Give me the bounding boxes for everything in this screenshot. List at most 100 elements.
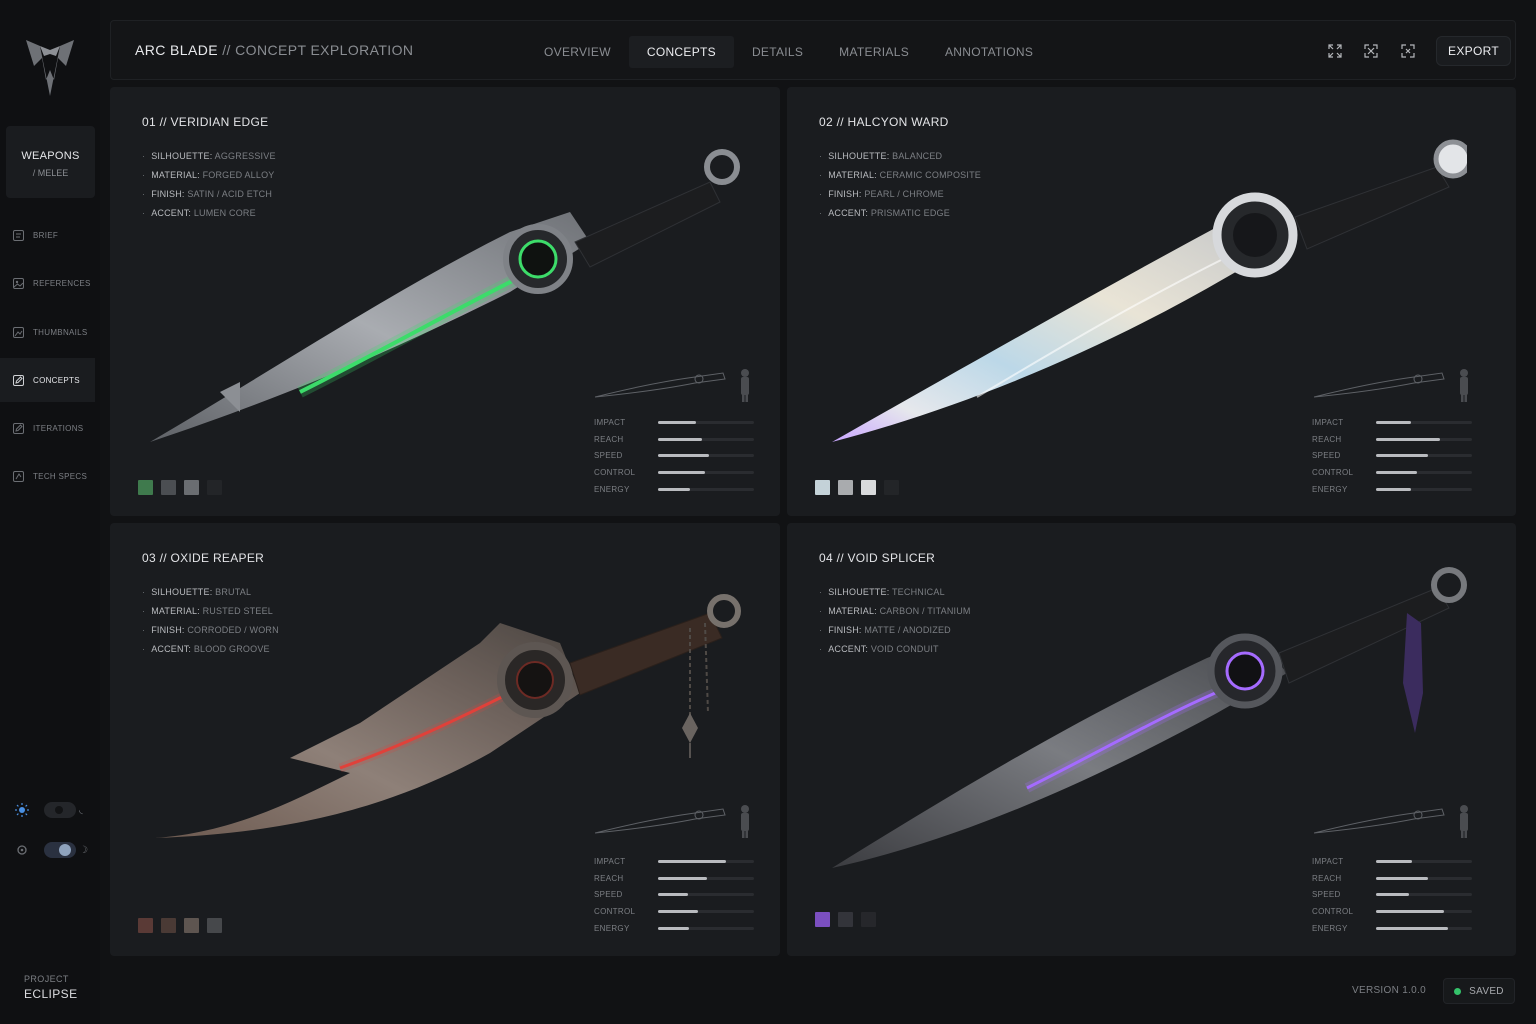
sidebar-item-iterations[interactable]: ITERATIONS xyxy=(0,406,95,450)
sidebar-item-tech-specs[interactable]: TECH SPECS xyxy=(0,454,95,498)
stat-bar xyxy=(1376,420,1472,424)
stat-bar xyxy=(658,437,754,441)
sidebar-item-thumbnails[interactable]: THUMBNAILS xyxy=(0,310,95,354)
document-icon xyxy=(13,229,24,241)
light-mode-toggle[interactable] xyxy=(44,802,76,818)
stat-row: CONTROL xyxy=(594,464,754,481)
top-header: ARC BLADE // CONCEPT EXPLORATION OVERVIE… xyxy=(110,20,1516,80)
tab-details[interactable]: DETAILS xyxy=(734,36,821,68)
dark-mode-toggle[interactable] xyxy=(44,842,76,858)
stat-row: IMPACT xyxy=(1312,853,1472,870)
stat-label: REACH xyxy=(594,873,624,883)
category-selector[interactable]: WEAPONS / MELEE xyxy=(6,126,95,198)
concept-card-veridian-edge[interactable]: 01 // VERIDIAN EDGE SILHOUETTE: AGGRESSI… xyxy=(110,87,780,516)
stat-label: SPEED xyxy=(594,451,623,461)
concept-card-void-splicer[interactable]: 04 // VOID SPLICER SILHOUETTE: TECHNICAL… xyxy=(787,523,1516,956)
color-swatch[interactable] xyxy=(138,918,153,933)
color-swatches xyxy=(138,918,230,933)
iterations-icon xyxy=(13,422,24,434)
stats-panel: IMPACT REACH SPEED CONTROL ENERGY xyxy=(1312,414,1472,498)
stat-bar xyxy=(1376,876,1472,880)
color-swatch[interactable] xyxy=(161,480,176,495)
stat-label: ENERGY xyxy=(1312,924,1348,934)
stat-bar xyxy=(1376,454,1472,458)
color-swatch[interactable] xyxy=(838,912,853,927)
stat-bar xyxy=(658,488,754,492)
tab-concepts[interactable]: CONCEPTS xyxy=(628,36,734,68)
stat-row: SPEED xyxy=(1312,887,1472,904)
sun-icon xyxy=(15,803,29,817)
color-swatch[interactable] xyxy=(815,480,830,495)
category-subtitle: / MELEE xyxy=(32,168,69,178)
tab-materials[interactable]: MATERIALS xyxy=(821,36,927,68)
color-swatches xyxy=(815,480,907,495)
stat-row: IMPACT xyxy=(1312,414,1472,431)
color-swatches xyxy=(815,912,884,927)
export-button[interactable]: EXPORT xyxy=(1436,36,1511,66)
stat-row: ENERGY xyxy=(594,920,754,937)
color-swatch[interactable] xyxy=(161,918,176,933)
concept-card-halcyon-ward[interactable]: 02 // HALCYON WARD SILHOUETTE: BALANCED … xyxy=(787,87,1516,516)
title-separator: // xyxy=(222,42,231,58)
save-status-text: SAVED xyxy=(1469,985,1504,997)
stat-label: CONTROL xyxy=(594,907,636,917)
stat-label: CONTROL xyxy=(594,468,636,478)
color-swatch[interactable] xyxy=(207,480,222,495)
color-swatch[interactable] xyxy=(138,480,153,495)
project-info: PROJECT ECLIPSE xyxy=(24,974,78,1001)
stat-bar xyxy=(1376,927,1472,931)
tab-annotations[interactable]: ANNOTATIONS xyxy=(927,36,1051,68)
dark-mode-toggle-row: ☽ xyxy=(14,842,88,858)
stat-row: ENERGY xyxy=(1312,920,1472,937)
thumbnails-icon xyxy=(13,326,24,338)
image-icon xyxy=(13,277,24,289)
silhouette-scale-icon xyxy=(1314,805,1468,838)
stat-row: IMPACT xyxy=(594,853,754,870)
stat-bar xyxy=(1376,859,1472,863)
color-swatch[interactable] xyxy=(184,480,199,495)
toggle-end-icon: ◟ xyxy=(79,804,83,816)
blade-render xyxy=(150,149,740,442)
stat-bar xyxy=(658,454,754,458)
focus-icon[interactable] xyxy=(1397,40,1419,62)
stat-row: SPEED xyxy=(594,887,754,904)
page-title: ARC BLADE // CONCEPT EXPLORATION xyxy=(135,42,413,58)
stat-bar xyxy=(658,927,754,931)
stat-label: REACH xyxy=(1312,873,1342,883)
stat-bar xyxy=(658,471,754,475)
expand-icon[interactable] xyxy=(1324,40,1346,62)
concept-card-oxide-reaper[interactable]: 03 // OXIDE REAPER SILHOUETTE: BRUTAL MA… xyxy=(110,523,780,956)
sidebar-item-brief[interactable]: BRIEF xyxy=(0,213,95,257)
sidebar-item-label: BRIEF xyxy=(33,230,59,240)
color-swatch[interactable] xyxy=(815,912,830,927)
sidebar-item-concepts[interactable]: CONCEPTS xyxy=(0,358,95,402)
tab-overview[interactable]: OVERVIEW xyxy=(526,36,629,68)
color-swatch[interactable] xyxy=(838,480,853,495)
stat-label: IMPACT xyxy=(1312,856,1344,866)
color-swatch[interactable] xyxy=(861,480,876,495)
silhouette-scale-icon xyxy=(595,369,749,402)
fit-view-icon[interactable] xyxy=(1360,40,1382,62)
stat-bar xyxy=(1376,437,1472,441)
stat-row: REACH xyxy=(1312,870,1472,887)
stat-label: ENERGY xyxy=(594,485,630,495)
sidebar-item-references[interactable]: REFERENCES xyxy=(0,261,95,305)
stat-row: ENERGY xyxy=(594,481,754,498)
stat-row: CONTROL xyxy=(1312,464,1472,481)
color-swatch[interactable] xyxy=(884,480,899,495)
view-tabs: OVERVIEW CONCEPTS DETAILS MATERIALS ANNO… xyxy=(526,36,1051,68)
project-name: ECLIPSE xyxy=(24,987,78,1001)
concept-title: 02 // HALCYON WARD xyxy=(819,115,949,129)
pencil-icon xyxy=(13,374,24,386)
stat-bar xyxy=(658,859,754,863)
color-swatch[interactable] xyxy=(207,918,222,933)
stat-row: CONTROL xyxy=(594,903,754,920)
sidebar: WEAPONS / MELEE BRIEF REFERENCES THUMBNA… xyxy=(0,0,100,1024)
light-mode-toggle-row: ◟ xyxy=(14,802,83,818)
color-swatch[interactable] xyxy=(861,912,876,927)
sidebar-item-label: REFERENCES xyxy=(33,278,91,288)
sidebar-item-label: ITERATIONS xyxy=(33,423,84,433)
color-swatch[interactable] xyxy=(184,918,199,933)
stat-row: REACH xyxy=(594,431,754,448)
settings-icon xyxy=(17,845,27,855)
